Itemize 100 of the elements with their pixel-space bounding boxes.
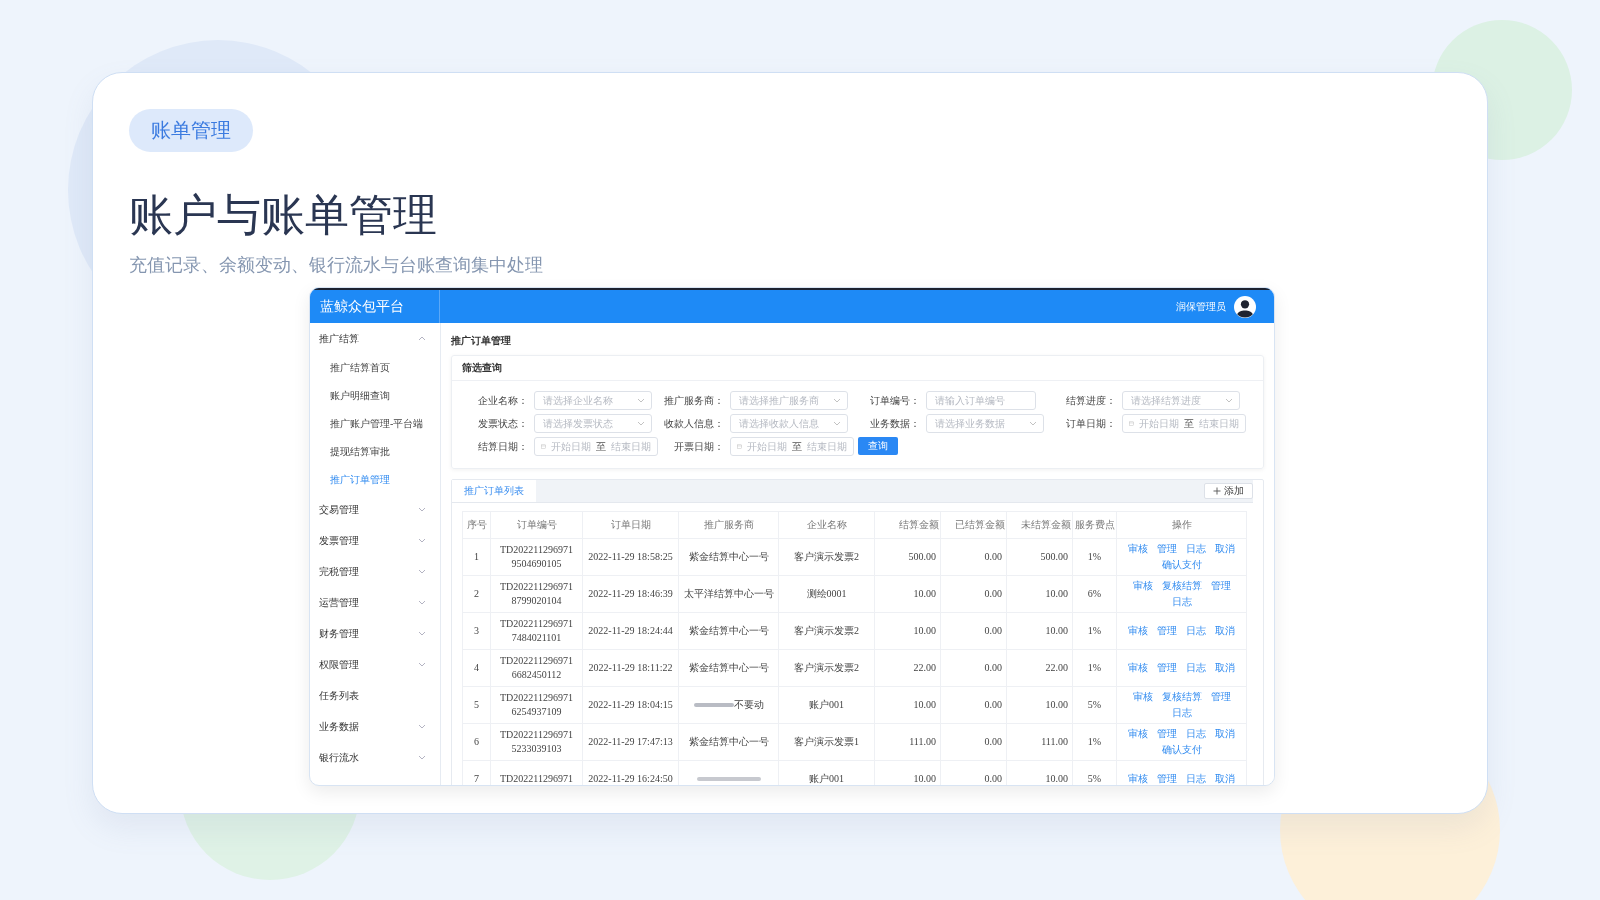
sidebar-subitem[interactable]: 推广结算首页 — [310, 354, 440, 382]
panel-title: 筛选查询 — [452, 356, 1263, 381]
action-link[interactable]: 取消 — [1215, 542, 1235, 556]
plus-icon — [1213, 487, 1221, 495]
action-link[interactable]: 确认支付 — [1161, 558, 1202, 572]
chevron-down-icon — [418, 569, 426, 574]
action-link[interactable]: 确认支付 — [1161, 743, 1202, 757]
sidebar-item[interactable]: 发票管理 — [310, 525, 440, 556]
action-link[interactable]: 取消 — [1215, 661, 1235, 675]
table-cell: 2022-11-29 18:24:44 — [582, 612, 679, 650]
table-cell: TD202211296971 7484021101 — [490, 612, 583, 650]
column-header: 订单编号 — [490, 511, 583, 539]
sidebar-item[interactable]: 权限管理 — [310, 649, 440, 680]
action-link[interactable]: 取消 — [1215, 772, 1235, 785]
select-field[interactable]: 请选择业务数据 — [926, 414, 1044, 433]
search-button[interactable]: 查询 — [858, 437, 898, 455]
table-cell: 22.00 — [874, 649, 941, 687]
action-link[interactable]: 取消 — [1215, 624, 1235, 638]
chevron-down-icon — [637, 421, 645, 426]
action-link[interactable]: 审核 — [1128, 727, 1148, 741]
action-link[interactable]: 管理 — [1157, 542, 1177, 556]
select-field[interactable]: 请选择发票状态 — [534, 414, 652, 433]
column-header: 结算金额 — [874, 511, 941, 539]
table-cell: 0.00 — [940, 575, 1007, 613]
avatar-icon[interactable] — [1234, 295, 1256, 318]
sidebar-item[interactable]: 财务管理 — [310, 618, 440, 649]
sidebar-subitem[interactable]: 提现结算审批 — [310, 438, 440, 466]
sidebar-item[interactable]: 银行流水 — [310, 742, 440, 773]
action-link[interactable]: 管理 — [1157, 661, 1177, 675]
table-cell: 2022-11-29 17:47:13 — [582, 723, 679, 761]
action-link[interactable]: 复核结算 — [1161, 579, 1202, 593]
sidebar-item[interactable]: 任务列表 — [310, 680, 440, 711]
table-cell: 3 — [462, 612, 491, 650]
table-cell: 不要动 — [733, 698, 764, 712]
table-cell: 紫金结算中心一号 — [688, 624, 769, 638]
chevron-down-icon — [418, 755, 426, 760]
table-cell: TD202211296971 9504690105 — [490, 538, 583, 576]
column-header: 订单日期 — [582, 511, 679, 539]
select-field[interactable]: 请选择企业名称 — [534, 391, 652, 410]
action-link[interactable]: 复核结算 — [1161, 690, 1202, 704]
action-link[interactable]: 审核 — [1128, 772, 1148, 785]
sidebar-item[interactable]: 运营管理 — [310, 587, 440, 618]
select-field[interactable]: 请选择收款人信息 — [730, 414, 848, 433]
action-link[interactable]: 日志 — [1186, 772, 1206, 785]
sidebar-item[interactable]: 推广结算 — [310, 323, 440, 354]
user-name[interactable]: 润保管理员 — [1176, 299, 1226, 314]
action-link[interactable]: 管理 — [1157, 772, 1177, 785]
action-link[interactable]: 日志 — [1186, 624, 1206, 638]
table-cell: 5% — [1072, 686, 1117, 724]
date-range-field[interactable]: 开始日期 至 结束日期 — [730, 437, 854, 456]
sidebar-subitem[interactable]: 推广账户管理-平台端 — [310, 410, 440, 438]
action-link[interactable]: 日志 — [1171, 706, 1192, 720]
action-link[interactable]: 日志 — [1186, 542, 1206, 556]
table-cell: 1% — [1072, 723, 1117, 761]
action-link[interactable]: 取消 — [1215, 727, 1235, 741]
action-link[interactable]: 审核 — [1128, 542, 1148, 556]
field-label: 开票日期： — [673, 439, 725, 454]
action-link[interactable]: 管理 — [1157, 624, 1177, 638]
sidebar-subitem[interactable]: 账户明细查询 — [310, 382, 440, 410]
select-field[interactable]: 请选择推广服务商 — [730, 391, 848, 410]
date-range-field[interactable]: 开始日期 至 结束日期 — [534, 437, 658, 456]
table-cell: 客户演示发票2 — [778, 612, 875, 650]
table-cell: 太平洋结算中心一号 — [683, 587, 774, 601]
section-tag: 账单管理 — [129, 109, 253, 152]
action-link[interactable]: 日志 — [1171, 595, 1192, 609]
date-range-field[interactable]: 开始日期 至 结束日期 — [1122, 414, 1246, 433]
table-cell: 客户演示发票2 — [778, 538, 875, 576]
action-link[interactable]: 日志 — [1186, 661, 1206, 675]
table-cell: 测绘0001 — [778, 575, 875, 613]
select-field[interactable]: 请选择结算进度 — [1122, 391, 1240, 410]
action-link[interactable]: 审核 — [1128, 661, 1148, 675]
sidebar-item[interactable]: 完税管理 — [310, 556, 440, 587]
chevron-down-icon — [418, 538, 426, 543]
sidebar-item[interactable]: 交易管理 — [310, 494, 440, 525]
column-header: 序号 — [462, 511, 491, 539]
action-link[interactable]: 管理 — [1210, 579, 1231, 593]
brand-name: 蓝鲸众包平台 — [310, 290, 440, 323]
action-link[interactable]: 管理 — [1157, 727, 1177, 741]
table-cell: 客户演示发票2 — [778, 649, 875, 687]
action-link[interactable]: 日志 — [1186, 727, 1206, 741]
table-cell: 2022-11-29 18:11:22 — [582, 649, 679, 687]
action-link[interactable]: 审核 — [1132, 690, 1153, 704]
slide-title: 账户与账单管理 — [129, 188, 438, 242]
sidebar-subitem[interactable]: 推广订单管理 — [310, 466, 440, 494]
calendar-icon — [737, 442, 742, 451]
table-cell: 0.00 — [940, 612, 1007, 650]
table-cell: 10.00 — [1006, 575, 1073, 613]
input-field[interactable]: 请输入订单编号 — [926, 391, 1036, 410]
column-header: 操作 — [1116, 511, 1247, 539]
page-title: 推广订单管理 — [451, 334, 512, 348]
action-link[interactable]: 管理 — [1210, 690, 1231, 704]
action-link[interactable]: 审核 — [1128, 624, 1148, 638]
add-button[interactable]: 添加 — [1204, 483, 1253, 499]
field-label: 订单日期： — [1065, 416, 1117, 431]
action-link[interactable]: 审核 — [1132, 579, 1153, 593]
sidebar-item[interactable]: 业务数据 — [310, 711, 440, 742]
table-cell: 客户演示发票1 — [778, 723, 875, 761]
chevron-up-icon — [418, 336, 426, 341]
tab[interactable]: 推广订单列表 — [452, 480, 536, 502]
chevron-down-icon — [418, 724, 426, 729]
